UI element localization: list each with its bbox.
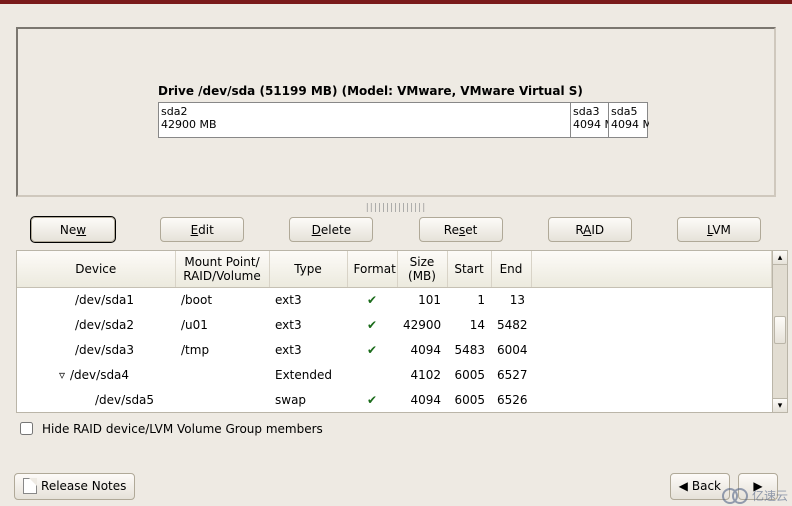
drive-title: Drive /dev/sda (51199 MB) (Model: VMware…: [158, 84, 634, 98]
next-button[interactable]: ▶: [738, 473, 778, 500]
title-bar-stripe: [0, 0, 792, 4]
tree-collapse-icon[interactable]: ▿: [57, 368, 67, 382]
pane-resize-grip[interactable]: |||||||||||||||: [0, 203, 792, 211]
checkmark-icon: ✔: [367, 318, 377, 332]
lvm-button[interactable]: LVM: [677, 217, 761, 242]
partition-action-toolbar: New Edit Delete Reset RAID LVM: [0, 213, 792, 250]
drive-partition-map[interactable]: sda242900 MBsda34094 Msda54094 M: [158, 102, 648, 138]
col-spacer: [531, 251, 772, 287]
partition-table-area: Device Mount Point/ RAID/Volume Type For…: [16, 250, 788, 413]
hide-raid-label[interactable]: Hide RAID device/LVM Volume Group member…: [42, 422, 323, 436]
release-notes-button[interactable]: Release Notes: [14, 473, 135, 500]
drive-visualization-panel: Drive /dev/sda (51199 MB) (Model: VMware…: [16, 27, 776, 197]
notes-icon: [23, 478, 37, 494]
reset-button[interactable]: Reset: [419, 217, 503, 242]
col-format[interactable]: Format: [347, 251, 397, 287]
table-row[interactable]: /dev/sda2/u01ext3✔42900145482: [17, 312, 772, 337]
arrow-left-icon: ◀: [679, 479, 688, 493]
new-button[interactable]: New: [31, 217, 115, 242]
hide-raid-checkbox[interactable]: [20, 422, 33, 435]
vertical-scrollbar[interactable]: ▴ ▾: [773, 250, 788, 413]
col-type[interactable]: Type: [269, 251, 347, 287]
table-header-row[interactable]: Device Mount Point/ RAID/Volume Type For…: [17, 251, 772, 287]
scroll-thumb[interactable]: [774, 316, 786, 344]
back-button[interactable]: ◀ Back: [670, 473, 730, 500]
edit-button[interactable]: Edit: [160, 217, 244, 242]
table-row[interactable]: /dev/sda5swap✔409460056526: [17, 387, 772, 412]
table-row[interactable]: ▿/dev/sda4Extended410260056527: [17, 362, 772, 387]
col-mount[interactable]: Mount Point/ RAID/Volume: [175, 251, 269, 287]
col-size[interactable]: Size (MB): [397, 251, 447, 287]
checkmark-icon: ✔: [367, 393, 377, 407]
checkmark-icon: ✔: [367, 343, 377, 357]
col-device[interactable]: Device: [17, 251, 175, 287]
scroll-up-arrow[interactable]: ▴: [773, 251, 787, 265]
partition-sda5[interactable]: sda54094 M: [609, 103, 649, 137]
scroll-down-arrow[interactable]: ▾: [773, 398, 787, 412]
footer-bar: Release Notes ◀ Back ▶: [0, 466, 792, 506]
checkmark-icon: ✔: [367, 293, 377, 307]
table-row[interactable]: /dev/sda3/tmpext3✔409454836004: [17, 337, 772, 362]
arrow-right-icon: ▶: [753, 479, 762, 493]
table-row[interactable]: /dev/sda1/bootext3✔101113: [17, 287, 772, 312]
partition-sda2[interactable]: sda242900 MB: [159, 103, 571, 137]
partition-sda3[interactable]: sda34094 M: [571, 103, 609, 137]
col-start[interactable]: Start: [447, 251, 491, 287]
col-end[interactable]: End: [491, 251, 531, 287]
partition-table[interactable]: Device Mount Point/ RAID/Volume Type For…: [17, 251, 772, 412]
raid-button[interactable]: RAID: [548, 217, 632, 242]
hide-raid-row: Hide RAID device/LVM Volume Group member…: [16, 419, 776, 438]
delete-button[interactable]: Delete: [289, 217, 373, 242]
